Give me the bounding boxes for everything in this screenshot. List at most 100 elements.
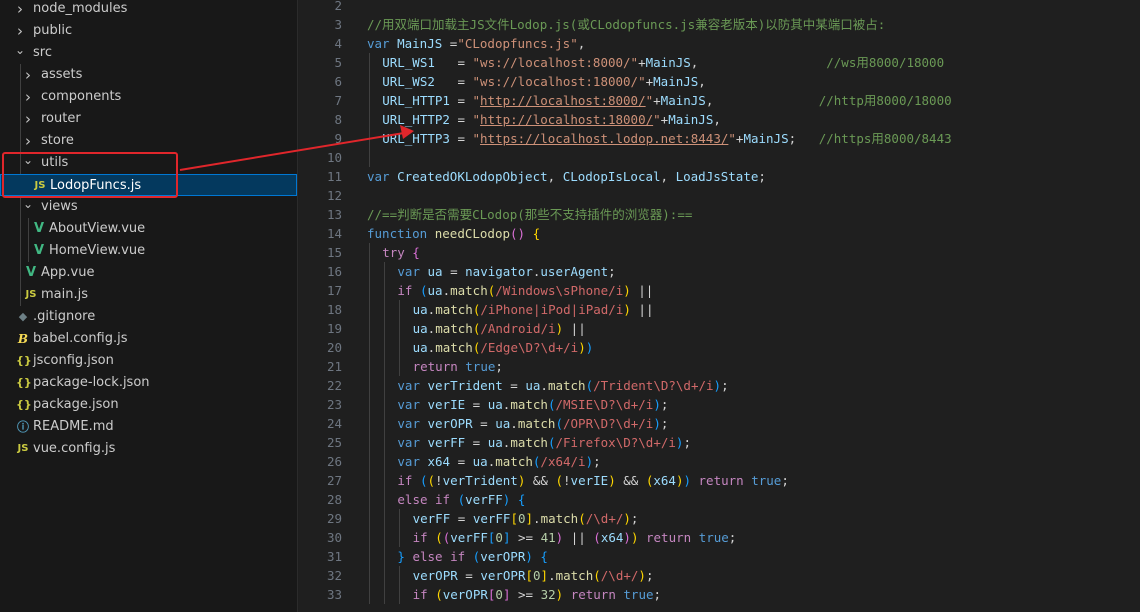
code-token: = — [434, 74, 473, 89]
indent-guide — [369, 243, 370, 262]
indent-guide — [369, 300, 370, 319]
indent-guide — [384, 547, 386, 566]
indent-guide — [369, 338, 370, 357]
code-token: ua — [525, 378, 541, 393]
file-jsconfig-json[interactable]: {} jsconfig.json — [0, 350, 297, 372]
chevron-right-icon: › — [25, 88, 31, 106]
indent-guide — [369, 319, 370, 338]
code-text: //==判断是否需要CLodop(那些不支持插件的浏览器):== — [367, 205, 692, 224]
folder-src[interactable]: ⌄ src — [0, 42, 297, 64]
code-token: = — [465, 397, 488, 412]
code-token: verOPR — [480, 549, 526, 564]
code-token: if — [397, 473, 413, 488]
code-token: MainJS — [653, 74, 699, 89]
code-editor[interactable]: 2 3//用双端口加载主JS文件Lodop.js(或CLodopfuncs.js兼… — [299, 0, 1140, 612]
code-line: 16 var ua = navigator.userAgent; — [299, 262, 1140, 281]
code-token: ) — [585, 340, 594, 355]
code-token: URL_WS1 — [382, 55, 435, 70]
code-token: " — [645, 93, 654, 108]
indent-guide — [369, 129, 370, 148]
code-token: " — [653, 112, 661, 127]
code-token: https://localhost.lodop.net:8443/ — [480, 131, 729, 146]
line-number: 14 — [326, 226, 342, 241]
code-line: 4 var MainJS ="CLodopfuncs.js", — [299, 34, 1140, 53]
file-aboutview-vue[interactable]: V AboutView.vue — [0, 218, 297, 240]
code-line: 26 var x64 = ua.match(/x64/i); — [299, 452, 1140, 471]
folder-node-modules[interactable]: › node_modules — [0, 0, 297, 20]
vue-file-icon: V — [33, 221, 45, 236]
chevron-right-icon: › — [25, 66, 31, 84]
file-gitignore[interactable]: ◆ .gitignore — [0, 306, 297, 328]
code-token: verOPR — [442, 587, 488, 602]
code-line: 21 return true; — [299, 357, 1140, 376]
code-token: , — [660, 169, 676, 184]
line-number: 9 — [334, 131, 342, 146]
code-token: ; — [608, 264, 616, 279]
code-token: "ws://localhost:8000/" — [472, 55, 639, 70]
code-text: //用双端口加载主JS文件Lodop.js(或CLodopfuncs.js兼容老… — [367, 15, 885, 34]
file-package-json[interactable]: {} package.json — [0, 394, 297, 416]
code-token: match — [435, 302, 473, 317]
code-token: = — [450, 454, 473, 469]
code-token: /Trident\D?\d+/i — [593, 378, 714, 393]
code-token: = — [450, 511, 473, 526]
code-token: ua — [495, 416, 511, 431]
code-line: 33 if (verOPR[0] >= 32) return true; — [299, 585, 1140, 604]
code-token: x64 — [427, 454, 451, 469]
code-line: 7 URL_HTTP1 = "http://localhost:8000/"+Ma… — [299, 91, 1140, 110]
file-babel-config-js[interactable]: Bbabel.config.js — [0, 328, 297, 350]
code-token: 32 — [540, 587, 556, 602]
info-icon: ⓘ — [16, 420, 29, 434]
code-token: /\d+/ — [600, 568, 639, 583]
folder-components[interactable]: › components — [0, 86, 297, 108]
code-token: "CLodopfuncs.js" — [457, 36, 578, 51]
folder-public[interactable]: › public — [0, 20, 297, 42]
indent-guide — [384, 566, 386, 585]
code-token: ( — [435, 587, 443, 602]
folder-store[interactable]: › store — [0, 130, 297, 152]
line-number: 19 — [326, 321, 342, 336]
code-token: ) — [623, 530, 631, 545]
code-token: = — [472, 416, 496, 431]
code-token: , — [577, 36, 586, 51]
code-token: verTrident — [442, 473, 518, 488]
tree-item-label: src — [33, 45, 52, 60]
line-number: 8 — [334, 112, 342, 127]
code-token: //==判断是否需要CLodop(那些不支持插件的浏览器):== — [367, 207, 693, 222]
indent-guide — [369, 490, 370, 509]
folder-assets[interactable]: › assets — [0, 64, 297, 86]
file-app-vue[interactable]: V App.vue — [0, 262, 297, 284]
line-number: 12 — [326, 188, 342, 203]
code-token: ; — [758, 169, 766, 184]
indent-guide — [384, 357, 386, 376]
line-number: 4 — [334, 36, 342, 51]
folder-router[interactable]: › router — [0, 108, 297, 130]
line-number: 32 — [326, 568, 342, 583]
indent-guide — [384, 528, 386, 547]
javascript-file-icon: JS — [25, 289, 37, 300]
file-package-lock-json[interactable]: {} package-lock.json — [0, 372, 297, 394]
code-text: if ((!verTrident) && (!verIE) && (x64)) … — [397, 471, 788, 490]
code-token: = — [502, 378, 526, 393]
code-token: /iPhone|iPod|iPad/i — [480, 302, 624, 317]
code-token: ] — [540, 568, 549, 583]
code-token: " — [472, 112, 481, 127]
file-explorer: › node_modules › public ⌄ src › assets › componen… — [0, 0, 298, 612]
code-token: //ws用8000/18000 — [826, 55, 945, 70]
code-line: 8 URL_HTTP2 = "http://localhost:18000/"+M… — [299, 110, 1140, 129]
line-number: 29 — [326, 511, 342, 526]
code-token: ) — [653, 416, 661, 431]
file-vue-config-js[interactable]: JS vue.config.js — [0, 438, 297, 460]
code-token: , — [698, 74, 706, 89]
folder-views[interactable]: ⌄ views — [0, 196, 297, 218]
line-number: 25 — [326, 435, 342, 450]
file-readme-md[interactable]: ⓘ README.md — [0, 416, 297, 438]
code-token: ; — [630, 511, 639, 526]
indent-guide — [399, 300, 401, 319]
file-homeview-vue[interactable]: V HomeView.vue — [0, 240, 297, 262]
file-main-js[interactable]: JS main.js — [0, 284, 297, 306]
code-text: ua.match(/Android/i) || — [413, 319, 586, 338]
code-line: 12 — [299, 186, 1140, 205]
